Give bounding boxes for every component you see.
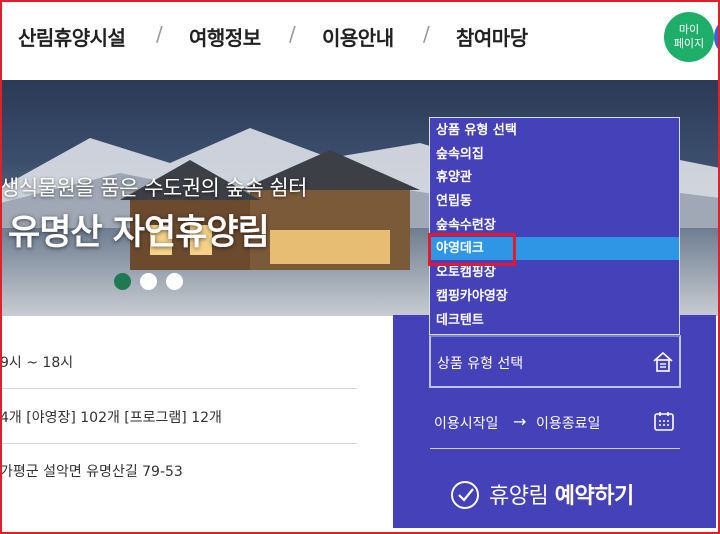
divider xyxy=(430,448,680,449)
divider xyxy=(0,388,357,389)
mypage-label-line2: 페이지 xyxy=(673,37,705,50)
dropdown-option[interactable]: 휴양관 xyxy=(430,166,679,189)
nav-separator: / xyxy=(156,22,163,46)
product-type-select-value: 상품 유형 선택 xyxy=(437,356,524,372)
info-facilities: 4개 [야영장] 102개 [프로그램] 12개 xyxy=(0,410,222,426)
end-date-label: 이용종료일 xyxy=(536,416,601,432)
mypage-label-line1: 마이 xyxy=(678,23,700,36)
nav-item-usage-guide[interactable]: 이용안내 xyxy=(322,22,394,51)
hero-title: 유명산 자연휴양림 xyxy=(8,213,270,253)
info-hours: 9시 ~ 18시 xyxy=(0,355,74,371)
start-date-label: 이용시작일 xyxy=(434,416,499,432)
dropdown-option[interactable]: 숲속의집 xyxy=(430,143,679,166)
reserve-prefix: 휴양림 xyxy=(489,484,549,509)
mypage-button[interactable]: 마이 페이지 xyxy=(664,12,714,62)
annotation-highlight-box xyxy=(428,233,516,266)
product-type-select[interactable]: 상품 유형 선택 xyxy=(429,335,681,388)
arrow-right-icon: → xyxy=(513,412,527,431)
slide-dot-1[interactable] xyxy=(114,273,131,290)
nav-item-forest-facilities[interactable]: 산림휴양시설 xyxy=(18,22,126,51)
top-nav: 산림휴양시설 / 여행정보 / 이용안내 / 참여마당 마이 페이지 xyxy=(0,0,720,80)
secondary-circle-button[interactable] xyxy=(714,22,720,52)
dropdown-option[interactable]: 상품 유형 선택 xyxy=(430,119,679,142)
nav-separator: / xyxy=(423,22,430,46)
info-address: 가평군 설악면 유명산길 79-53 xyxy=(0,464,183,480)
dropdown-option[interactable]: 캠핑카야영장 xyxy=(430,285,679,308)
slide-dot-2[interactable] xyxy=(140,273,157,290)
nav-separator: / xyxy=(289,22,296,46)
nav-item-participation[interactable]: 참여마당 xyxy=(456,22,528,51)
product-type-dropdown: 상품 유형 선택 숲속의집 휴양관 연립동 숲속수련장 야영데크 오토캠핑장 캠… xyxy=(429,117,680,335)
calendar-icon xyxy=(654,412,674,431)
check-circle-icon xyxy=(451,481,479,509)
reserve-label: 예약하기 xyxy=(554,484,634,509)
home-list-icon xyxy=(653,351,673,372)
hero-subtitle: 생식물원을 품은 수도권의 숲속 쉼터 xyxy=(0,176,308,200)
nav-item-travel-info[interactable]: 여행정보 xyxy=(189,22,261,51)
slide-dot-3[interactable] xyxy=(166,273,183,290)
dropdown-option[interactable]: 연립동 xyxy=(430,190,679,213)
dropdown-option[interactable]: 데크텐트 xyxy=(430,309,679,332)
divider xyxy=(0,443,357,444)
